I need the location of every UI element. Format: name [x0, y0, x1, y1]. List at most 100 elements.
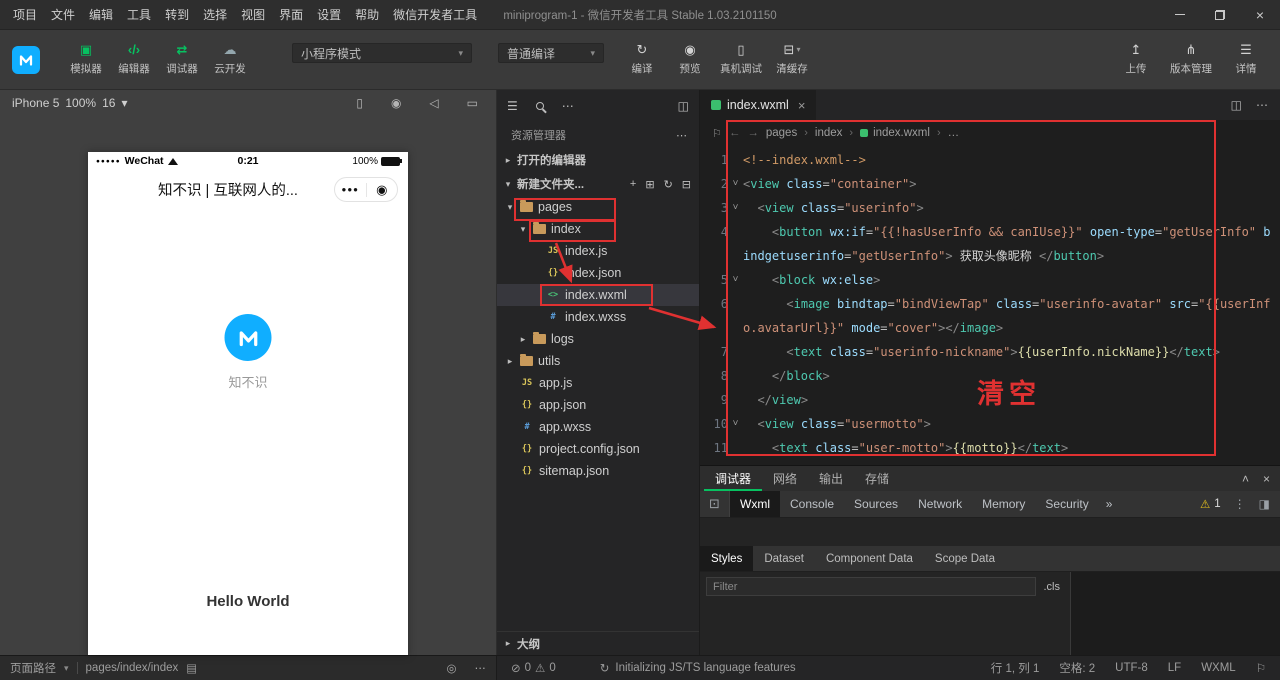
- tree-item-utils[interactable]: ▸ utils: [497, 350, 699, 372]
- compile-select[interactable]: 普通编译 ▾: [498, 43, 604, 63]
- subtab-scope-data[interactable]: Scope Data: [924, 546, 1006, 571]
- open-editors-section[interactable]: ▸ 打开的编辑器: [497, 148, 699, 172]
- menu-item-转到[interactable]: 转到: [158, 0, 196, 30]
- debugger-button[interactable]: ⇄ 调试器: [160, 37, 204, 83]
- new-file-icon[interactable]: +: [630, 178, 636, 191]
- status-item[interactable]: 空格: 2: [1059, 660, 1095, 676]
- cls-toggle[interactable]: .cls: [1044, 581, 1065, 593]
- refresh-icon[interactable]: ↻: [664, 178, 673, 191]
- collapse-panel-icon[interactable]: ˄: [1242, 472, 1249, 486]
- rotate-device-icon[interactable]: ▯: [356, 96, 363, 110]
- devtools-tab-security[interactable]: Security: [1035, 491, 1098, 517]
- device-debug-button[interactable]: ▯ 真机调试: [716, 37, 766, 83]
- back-icon[interactable]: ←: [729, 127, 741, 139]
- close-panel-icon[interactable]: ×: [1263, 472, 1270, 486]
- split-view-icon[interactable]: ◫: [678, 99, 689, 113]
- bookmark-icon[interactable]: ⚐: [712, 127, 722, 140]
- outline-section[interactable]: ▸ 大纲: [497, 631, 699, 655]
- tree-item-app.wxss[interactable]: # app.wxss: [497, 416, 699, 438]
- subtab-component-data[interactable]: Component Data: [815, 546, 924, 571]
- alert-icon[interactable]: ⚐: [1256, 661, 1266, 675]
- tree-item-project.config.json[interactable]: {} project.config.json: [497, 438, 699, 460]
- menu-item-选择[interactable]: 选择: [196, 0, 234, 30]
- problems-indicator[interactable]: ⊘ 0 ⚠ 0: [511, 661, 556, 675]
- details-button[interactable]: ☰ 详情: [1224, 37, 1268, 83]
- editor-button[interactable]: ‹/› 编辑器: [112, 37, 156, 83]
- debugger-tab-网络[interactable]: 网络: [762, 466, 808, 491]
- project-section[interactable]: ▾ 新建文件夹... + ⊞ ↻ ⊟: [497, 172, 699, 196]
- split-editor-icon[interactable]: ◫: [1231, 98, 1242, 112]
- devtools-tab-memory[interactable]: Memory: [972, 491, 1035, 517]
- tree-item-index.js[interactable]: JS index.js: [497, 240, 699, 262]
- message-icon[interactable]: ▭: [467, 96, 478, 110]
- devtools-tab-console[interactable]: Console: [780, 491, 844, 517]
- forward-icon[interactable]: →: [747, 127, 759, 139]
- breadcrumb-item-pages[interactable]: pages: [766, 127, 797, 139]
- tree-item-logs[interactable]: ▸ logs: [497, 328, 699, 350]
- devtools-tab-sources[interactable]: Sources: [844, 491, 908, 517]
- tab-index-wxml[interactable]: index.wxml ×: [700, 90, 817, 120]
- clear-cache-button[interactable]: ⊟ ▾ 清缓存: [770, 37, 814, 83]
- tree-item-index.json[interactable]: {} index.json: [497, 262, 699, 284]
- minimize-button[interactable]: [1160, 0, 1200, 30]
- menu-item-帮助[interactable]: 帮助: [348, 0, 386, 30]
- tree-item-app.json[interactable]: {} app.json: [497, 394, 699, 416]
- kebab-menu-icon[interactable]: ⋮: [1234, 497, 1246, 511]
- list-icon[interactable]: ☰: [507, 99, 518, 113]
- more-icon[interactable]: ⋯: [676, 129, 699, 142]
- collapse-all-icon[interactable]: ⊟: [682, 178, 691, 191]
- status-item[interactable]: UTF-8: [1115, 662, 1148, 674]
- compile-button[interactable]: ↻ 编译: [620, 37, 664, 83]
- menu-item-项目[interactable]: 项目: [6, 0, 44, 30]
- device-selector[interactable]: iPhone 5 100% 16 ▾: [12, 96, 127, 110]
- overflow-tabs-icon[interactable]: »: [1099, 491, 1120, 517]
- tree-item-index.wxss[interactable]: # index.wxss: [497, 306, 699, 328]
- menu-item-微信开发者工具[interactable]: 微信开发者工具: [386, 0, 484, 30]
- copy-path-icon[interactable]: ▤: [186, 661, 197, 675]
- devtools-warning-badge[interactable]: ⚠ 1: [1200, 497, 1221, 511]
- debugger-tab-输出[interactable]: 输出: [808, 466, 854, 491]
- mode-select[interactable]: 小程序模式 ▾: [292, 43, 472, 63]
- styles-filter-input[interactable]: [706, 577, 1036, 596]
- visibility-icon[interactable]: ◎: [446, 661, 456, 675]
- dock-side-icon[interactable]: ◨: [1259, 497, 1270, 511]
- status-item[interactable]: 行 1, 列 1: [991, 660, 1040, 676]
- search-icon[interactable]: [535, 102, 544, 110]
- breadcrumb-item-index[interactable]: index: [815, 127, 843, 139]
- upload-button[interactable]: ↥ 上传: [1114, 37, 1158, 83]
- tree-item-pages[interactable]: ▾ pages: [497, 196, 699, 218]
- new-folder-icon[interactable]: ⊞: [645, 178, 654, 191]
- cloud-dev-button[interactable]: ☁ 云开发: [208, 37, 252, 83]
- status-item[interactable]: WXML: [1201, 662, 1236, 674]
- menu-item-视图[interactable]: 视图: [234, 0, 272, 30]
- status-item[interactable]: LF: [1168, 662, 1181, 674]
- close-button[interactable]: ×: [1240, 0, 1280, 30]
- simulator-button[interactable]: ▣ 模拟器: [64, 37, 108, 83]
- menu-item-工具[interactable]: 工具: [120, 0, 158, 30]
- more-icon[interactable]: ⋯: [475, 661, 487, 675]
- tree-item-index.wxml[interactable]: <> index.wxml: [497, 284, 699, 306]
- debugger-tab-调试器[interactable]: 调试器: [704, 466, 762, 491]
- home-icon[interactable]: ◉: [367, 182, 398, 198]
- devtools-tab-network[interactable]: Network: [908, 491, 972, 517]
- tree-item-app.js[interactable]: JS app.js: [497, 372, 699, 394]
- subtab-dataset[interactable]: Dataset: [753, 546, 815, 571]
- menu-item-设置[interactable]: 设置: [310, 0, 348, 30]
- devtools-tab-wxml[interactable]: Wxml: [730, 491, 780, 517]
- menu-item-界面[interactable]: 界面: [272, 0, 310, 30]
- tree-item-index[interactable]: ▾ index: [497, 218, 699, 240]
- breadcrumb-item-…[interactable]: …: [948, 127, 960, 139]
- inspect-element-icon[interactable]: ⊡: [700, 491, 730, 517]
- page-path-label[interactable]: 页面路径: [10, 660, 56, 676]
- more-icon[interactable]: ⋯: [562, 99, 574, 113]
- breadcrumb-item-index.wxml[interactable]: index.wxml: [860, 127, 930, 139]
- more-actions-icon[interactable]: ⋯: [1256, 98, 1268, 112]
- debugger-tab-存储[interactable]: 存储: [854, 466, 900, 491]
- subtab-styles[interactable]: Styles: [700, 546, 754, 571]
- mute-icon[interactable]: ◁: [429, 96, 438, 110]
- close-tab-icon[interactable]: ×: [798, 98, 806, 113]
- menu-item-编辑[interactable]: 编辑: [82, 0, 120, 30]
- tree-item-sitemap.json[interactable]: {} sitemap.json: [497, 460, 699, 482]
- restore-button[interactable]: [1200, 0, 1240, 30]
- code-editor[interactable]: 1 <!--index.wxml--> 2 ˅ <view class="contain…: [700, 146, 1280, 465]
